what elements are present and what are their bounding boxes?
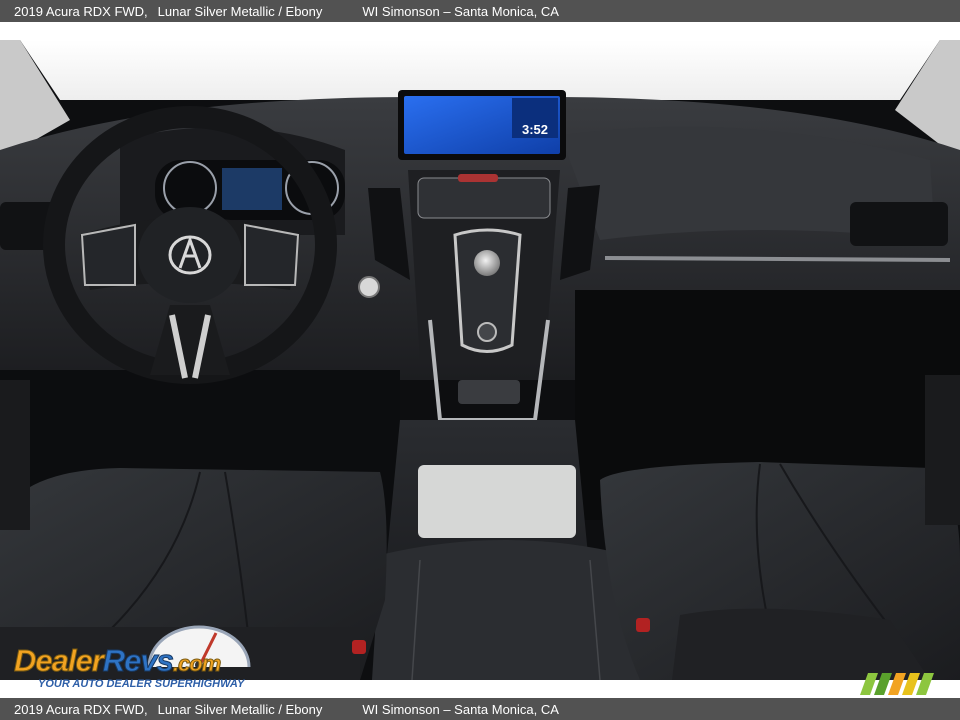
cluster-display bbox=[222, 168, 282, 210]
rotary-knob-icon bbox=[474, 250, 500, 276]
watermark-logo-revs: Revs bbox=[102, 643, 174, 679]
vehicle-title: 2019 Acura RDX FWD, bbox=[14, 3, 148, 19]
driver-door-edge bbox=[0, 380, 30, 530]
watermark-logo-com: .com bbox=[172, 651, 221, 677]
watermark-logo-dealer: Dealer bbox=[14, 643, 105, 679]
vehicle-colors-bottom: Lunar Silver Metallic / Ebony bbox=[157, 701, 323, 717]
top-caption-bar: 2019 Acura RDX FWD, Lunar Silver Metalli… bbox=[0, 0, 960, 22]
cupholder-cover bbox=[458, 380, 520, 404]
climate-controls bbox=[417, 177, 551, 219]
gear-badge-icon bbox=[860, 673, 934, 695]
watermark-tagline: YOUR AUTO DEALER SUPERHIGHWAY bbox=[38, 678, 245, 690]
seatbelt-buckle-right bbox=[636, 618, 650, 632]
seatbelt-buckle-left bbox=[352, 640, 366, 654]
screen-clock: 3:52 bbox=[522, 122, 548, 137]
touchpad-button bbox=[477, 322, 497, 342]
interior-illustration: 3:52 bbox=[0, 40, 960, 680]
hazard-button bbox=[458, 174, 498, 182]
right-air-vent bbox=[850, 202, 948, 246]
passenger-door-edge bbox=[925, 375, 960, 525]
vehicle-title-bottom: 2019 Acura RDX FWD, bbox=[14, 701, 148, 717]
bottom-caption-bar: 2019 Acura RDX FWD, Lunar Silver Metalli… bbox=[0, 698, 960, 720]
dash-trim-strip bbox=[604, 256, 951, 262]
dealer-name-bottom: WI Simonson – Santa Monica, CA bbox=[362, 701, 559, 717]
dealerrevs-watermark: DealerRevs.com YOUR AUTO DEALER SUPERHIG… bbox=[14, 625, 264, 693]
armrest bbox=[372, 540, 640, 680]
watermark-logo: DealerRevs.com bbox=[14, 643, 222, 679]
engine-start-button bbox=[358, 276, 380, 298]
dealer-name: WI Simonson – Santa Monica, CA bbox=[362, 3, 559, 19]
vehicle-colors: Lunar Silver Metallic / Ebony bbox=[157, 3, 323, 19]
interior-photo: 3:52 bbox=[0, 40, 960, 680]
console-storage-lid bbox=[418, 465, 576, 538]
